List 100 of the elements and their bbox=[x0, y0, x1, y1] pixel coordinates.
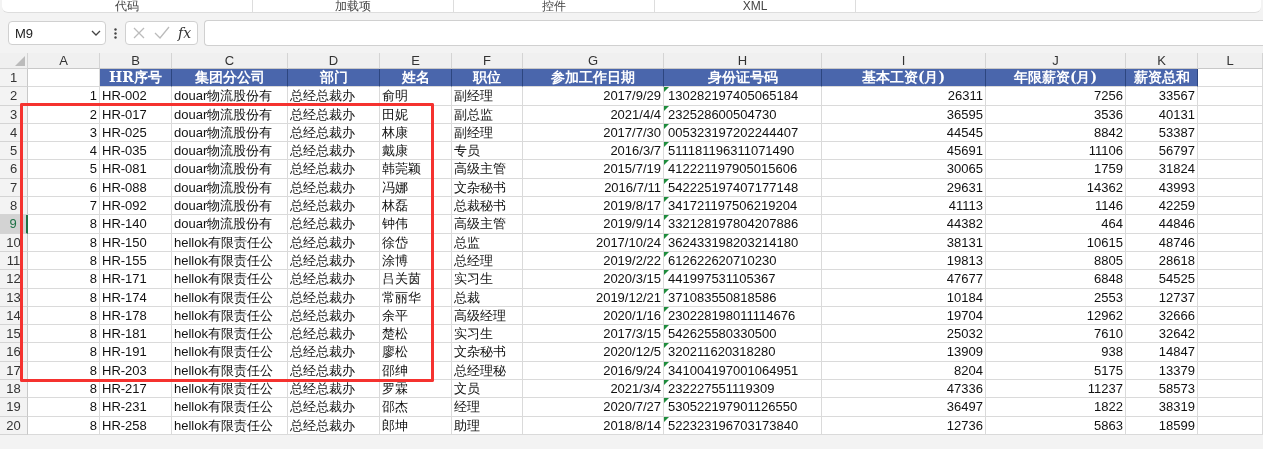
table-cell: 俞明 bbox=[380, 87, 452, 106]
table-cell: 11237 bbox=[986, 380, 1126, 399]
table-cell: 8 bbox=[28, 416, 100, 435]
table-cell: 韩莞颖 bbox=[380, 160, 452, 179]
error-indicator-icon[interactable] bbox=[664, 160, 669, 166]
empty-cell bbox=[1198, 197, 1263, 216]
more-options-icon[interactable] bbox=[114, 27, 117, 39]
check-icon[interactable] bbox=[154, 26, 170, 40]
column-header[interactable]: A bbox=[28, 53, 100, 69]
row-header[interactable]: 2 bbox=[0, 87, 28, 106]
table-cell: 副经理 bbox=[452, 123, 523, 143]
error-indicator-icon[interactable] bbox=[664, 270, 669, 276]
table-cell: 2017/9/29 bbox=[523, 87, 664, 106]
empty-cell bbox=[1198, 123, 1263, 143]
table-cell: 8 bbox=[28, 380, 100, 399]
column-header[interactable]: E bbox=[380, 53, 452, 69]
table-cell: 总经总裁办 bbox=[288, 325, 380, 344]
table-cell: 19813 bbox=[822, 251, 986, 271]
table-cell: 2019/2/22 bbox=[523, 251, 664, 271]
table-cell: HR-174 bbox=[100, 288, 172, 307]
table-cell: 522323196703173840 bbox=[664, 416, 822, 435]
table-cell: 文员 bbox=[452, 380, 523, 399]
column-header[interactable]: I bbox=[822, 53, 986, 69]
error-indicator-icon[interactable] bbox=[664, 178, 669, 184]
name-box[interactable]: M9 bbox=[8, 21, 106, 45]
table-cell: HR-088 bbox=[100, 178, 172, 198]
error-indicator-icon[interactable] bbox=[664, 87, 669, 93]
column-header[interactable]: C bbox=[172, 53, 288, 69]
table-cell: 2019/8/17 bbox=[523, 197, 664, 216]
table-cell: 2015/7/19 bbox=[523, 160, 664, 179]
table-cell: 总经总裁办 bbox=[288, 380, 380, 399]
error-indicator-icon[interactable] bbox=[664, 197, 669, 203]
table-cell: 经理 bbox=[452, 398, 523, 417]
table-cell: 邵绅 bbox=[380, 361, 452, 381]
table-cell: 18599 bbox=[1126, 416, 1198, 435]
table-cell: HR-178 bbox=[100, 306, 172, 326]
column-header[interactable]: F bbox=[452, 53, 523, 69]
column-header[interactable]: G bbox=[523, 53, 664, 69]
row-header[interactable]: 1 bbox=[0, 69, 28, 88]
table-cell: 5 bbox=[28, 160, 100, 179]
column-heading: HR序号 bbox=[100, 69, 172, 88]
table-cell: 232227551119309 bbox=[664, 380, 822, 399]
table-cell: 36595 bbox=[822, 105, 986, 124]
empty-cell bbox=[1198, 398, 1263, 417]
error-indicator-icon[interactable] bbox=[664, 306, 669, 312]
insert-function-button[interactable]: fx bbox=[178, 25, 192, 41]
row-header[interactable]: 18 bbox=[0, 380, 28, 399]
table-cell: HR-191 bbox=[100, 343, 172, 362]
table-cell: 30065 bbox=[822, 160, 986, 179]
error-indicator-icon[interactable] bbox=[664, 398, 669, 404]
table-cell: 341721197506219204 bbox=[664, 197, 822, 216]
error-indicator-icon[interactable] bbox=[664, 142, 669, 148]
error-indicator-icon[interactable] bbox=[664, 380, 669, 386]
error-indicator-icon[interactable] bbox=[664, 343, 669, 349]
column-header[interactable]: B bbox=[100, 53, 172, 69]
table-cell: 441997531105367 bbox=[664, 270, 822, 289]
table-cell: 2018/8/14 bbox=[523, 416, 664, 435]
error-indicator-icon[interactable] bbox=[664, 361, 669, 367]
table-cell: 廖松 bbox=[380, 343, 452, 362]
empty-cell bbox=[1198, 416, 1263, 435]
column-heading: 集团分公司 bbox=[172, 69, 288, 88]
table-cell: 362433198203214180 bbox=[664, 233, 822, 252]
error-indicator-icon[interactable] bbox=[664, 233, 669, 239]
error-indicator-icon[interactable] bbox=[664, 105, 669, 111]
table-cell: 58573 bbox=[1126, 380, 1198, 399]
table-cell: 邵杰 bbox=[380, 398, 452, 417]
column-header[interactable]: H bbox=[664, 53, 822, 69]
empty-cell bbox=[1198, 215, 1263, 234]
error-indicator-icon[interactable] bbox=[664, 288, 669, 294]
table-cell: 高级主管 bbox=[452, 215, 523, 234]
table-cell: 54525 bbox=[1126, 270, 1198, 289]
empty-cell bbox=[1198, 160, 1263, 179]
empty-cell bbox=[1198, 380, 1263, 399]
column-header[interactable]: J bbox=[986, 53, 1126, 69]
table-cell: 3536 bbox=[986, 105, 1126, 124]
error-indicator-icon[interactable] bbox=[664, 123, 669, 129]
table-cell: 8 bbox=[28, 306, 100, 326]
error-indicator-icon[interactable] bbox=[664, 251, 669, 257]
column-heading: 身份证号码 bbox=[664, 69, 822, 88]
error-indicator-icon[interactable] bbox=[664, 325, 669, 331]
error-indicator-icon[interactable] bbox=[664, 215, 669, 221]
table-cell: 总经总裁办 bbox=[288, 288, 380, 307]
table-cell: 副经理 bbox=[452, 87, 523, 106]
row-header[interactable]: 19 bbox=[0, 398, 28, 417]
table-cell: 总监 bbox=[452, 233, 523, 252]
table-cell: 2017/7/30 bbox=[523, 123, 664, 143]
table-cell: 总经理 bbox=[452, 251, 523, 271]
error-indicator-icon[interactable] bbox=[664, 416, 669, 422]
empty-cell bbox=[1198, 87, 1263, 106]
table-cell: 总裁秘书 bbox=[452, 197, 523, 216]
column-header[interactable]: L bbox=[1198, 53, 1263, 69]
table-cell: HR-025 bbox=[100, 123, 172, 143]
table-cell: hellok有限责任公 bbox=[172, 233, 288, 252]
formula-input[interactable] bbox=[204, 20, 1263, 46]
table-cell: 44545 bbox=[822, 123, 986, 143]
table-cell: 总经总裁办 bbox=[288, 306, 380, 326]
column-header[interactable]: K bbox=[1126, 53, 1198, 69]
column-header[interactable]: D bbox=[288, 53, 380, 69]
table-cell: 8 bbox=[28, 398, 100, 417]
table-cell: 8805 bbox=[986, 251, 1126, 271]
